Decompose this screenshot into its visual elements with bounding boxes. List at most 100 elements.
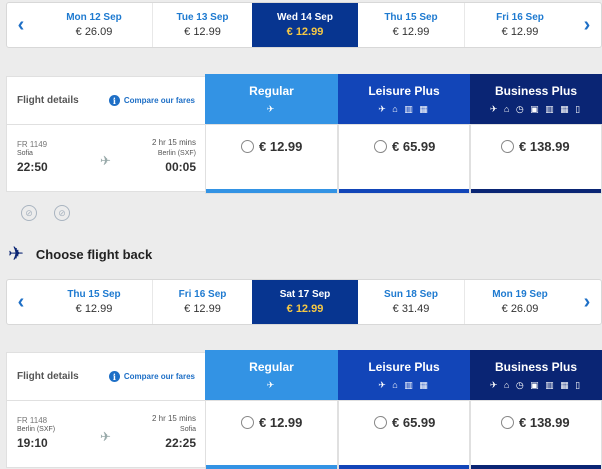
arrival-time: 22:25 bbox=[165, 436, 196, 450]
compare-fares-label: Compare our fares bbox=[123, 96, 195, 105]
no-seat-icon: ⊘ bbox=[54, 205, 70, 221]
flight-row: FR 1149 2 hr 15 mins Sofia Berlin (SXF) … bbox=[6, 124, 206, 192]
plane-icon: ✈ bbox=[100, 153, 111, 168]
date-option[interactable]: Thu 15 Sep € 12.99 bbox=[36, 280, 152, 324]
date-option-selected[interactable]: Wed 14 Sep € 12.99 bbox=[252, 3, 358, 47]
fare-header-regular: Regular ✈ bbox=[205, 350, 338, 400]
outbound-date-bar: ‹ Mon 12 Sep € 26.09 Tue 13 Sep € 12.99 … bbox=[6, 2, 602, 48]
flight-number: FR 1149 bbox=[17, 140, 48, 149]
date-price: € 12.99 bbox=[184, 26, 221, 38]
date-label: Tue 13 Sep bbox=[176, 12, 229, 23]
info-icon: i bbox=[108, 95, 120, 106]
origin-city: Sofia bbox=[17, 150, 33, 157]
date-label: Mon 12 Sep bbox=[66, 12, 122, 23]
fare-features-icon: ✈ ⌂ ◷ ▣ ▥ ▦ ▯ bbox=[489, 104, 583, 114]
date-label: Fri 16 Sep bbox=[496, 12, 544, 23]
date-price: € 31.49 bbox=[392, 303, 430, 315]
return-section-heading: ✈ Choose flight back bbox=[8, 243, 152, 266]
compare-fares-link[interactable]: i Compare our fares bbox=[108, 371, 195, 382]
fare-price: € 12.99 bbox=[259, 139, 303, 154]
fare-price: € 65.99 bbox=[392, 139, 436, 154]
flight-duration: 2 hr 15 mins bbox=[151, 138, 196, 147]
flight-details-label: Flight details bbox=[17, 95, 79, 106]
date-option[interactable]: Thu 15 Sep € 12.99 bbox=[358, 3, 464, 47]
fare-features-icon: ✈ bbox=[266, 380, 277, 390]
date-price: € 26.09 bbox=[75, 26, 113, 38]
fare-radio[interactable] bbox=[501, 140, 514, 153]
date-label: Thu 15 Sep bbox=[384, 12, 438, 23]
fare-radio[interactable] bbox=[374, 416, 387, 429]
departure-time: 19:10 bbox=[17, 436, 48, 450]
fare-name: Leisure Plus bbox=[368, 360, 440, 374]
flight-details-label: Flight details bbox=[17, 371, 79, 382]
destination-city: Sofia bbox=[180, 426, 196, 433]
date-option[interactable]: Mon 12 Sep € 26.09 bbox=[36, 3, 152, 47]
plane-icon: ✈ bbox=[8, 244, 24, 265]
compare-fares-link[interactable]: i Compare our fares bbox=[108, 95, 195, 106]
date-label: Fri 16 Sep bbox=[178, 289, 227, 300]
fare-radio[interactable] bbox=[501, 416, 514, 429]
date-price: € 12.99 bbox=[184, 303, 221, 315]
arrival-time: 00:05 bbox=[165, 160, 196, 174]
flight-row: FR 1148 2 hr 15 mins Berlin (SXF) Sofia … bbox=[6, 400, 206, 468]
fare-features-icon: ✈ ⌂ ◷ ▣ ▥ ▦ ▯ bbox=[489, 380, 583, 390]
date-option-selected[interactable]: Sat 17 Sep € 12.99 bbox=[252, 280, 358, 324]
fare-features-icon: ✈ bbox=[266, 104, 277, 114]
fare-header-business-plus: Business Plus ✈ ⌂ ◷ ▣ ▥ ▦ ▯ bbox=[470, 74, 602, 124]
date-label: Sun 18 Sep bbox=[384, 289, 438, 300]
prev-dates-arrow-icon[interactable]: ‹ bbox=[7, 3, 35, 47]
flight-details-header: Flight details i Compare our fares bbox=[6, 352, 206, 400]
fare-header-leisure-plus: Leisure Plus ✈ ⌂ ▥ ▦ bbox=[338, 74, 470, 124]
fare-radio[interactable] bbox=[241, 140, 254, 153]
date-label: Sat 17 Sep bbox=[279, 289, 331, 300]
fare-radio[interactable] bbox=[241, 416, 254, 429]
fare-option-regular[interactable]: € 12.99 bbox=[205, 400, 338, 469]
next-dates-arrow-icon[interactable]: › bbox=[573, 280, 601, 324]
fare-price: € 138.99 bbox=[519, 415, 570, 430]
destination-city: Berlin (SXF) bbox=[157, 150, 196, 157]
info-icon: i bbox=[108, 371, 120, 382]
fare-features-icon: ✈ ⌂ ▥ ▦ bbox=[378, 380, 430, 390]
fare-price: € 138.99 bbox=[519, 139, 570, 154]
date-price: € 12.99 bbox=[501, 26, 539, 38]
date-option[interactable]: Tue 13 Sep € 12.99 bbox=[152, 3, 252, 47]
origin-city: Berlin (SXF) bbox=[17, 426, 56, 433]
fare-option-business-plus[interactable]: € 138.99 bbox=[470, 400, 602, 469]
date-option[interactable]: Mon 19 Sep € 26.09 bbox=[464, 280, 575, 324]
date-price: € 12.99 bbox=[75, 303, 113, 315]
compare-fares-label: Compare our fares bbox=[123, 372, 195, 381]
fare-radio[interactable] bbox=[374, 140, 387, 153]
fare-name: Business Plus bbox=[494, 84, 578, 98]
fare-header-leisure-plus: Leisure Plus ✈ ⌂ ▥ ▦ bbox=[338, 350, 470, 400]
date-price: € 26.09 bbox=[501, 303, 539, 315]
flight-details-header: Flight details i Compare our fares bbox=[6, 76, 206, 124]
fare-option-leisure-plus[interactable]: € 65.99 bbox=[338, 124, 470, 194]
fare-price: € 12.99 bbox=[259, 415, 303, 430]
fare-name: Regular bbox=[249, 360, 294, 374]
fare-option-regular[interactable]: € 12.99 bbox=[205, 124, 338, 194]
prev-dates-arrow-icon[interactable]: ‹ bbox=[7, 280, 35, 324]
date-price: € 12.99 bbox=[286, 303, 324, 315]
no-checked-bag-icon: ⊘ bbox=[21, 205, 37, 221]
fare-header-business-plus: Business Plus ✈ ⌂ ◷ ▣ ▥ ▦ ▯ bbox=[470, 350, 602, 400]
date-option[interactable]: Fri 16 Sep € 12.99 bbox=[464, 3, 575, 47]
fare-option-leisure-plus[interactable]: € 65.99 bbox=[338, 400, 470, 469]
fare-name: Leisure Plus bbox=[368, 84, 440, 98]
departure-time: 22:50 bbox=[17, 160, 48, 174]
date-label: Wed 14 Sep bbox=[277, 12, 333, 23]
date-price: € 12.99 bbox=[286, 26, 324, 38]
date-option[interactable]: Sun 18 Sep € 31.49 bbox=[358, 280, 464, 324]
next-dates-arrow-icon[interactable]: › bbox=[573, 3, 601, 47]
flight-number: FR 1148 bbox=[17, 416, 48, 425]
plane-icon: ✈ bbox=[100, 429, 111, 444]
date-option[interactable]: Fri 16 Sep € 12.99 bbox=[152, 280, 252, 324]
fare-price: € 65.99 bbox=[392, 415, 436, 430]
fare-option-business-plus[interactable]: € 138.99 bbox=[470, 124, 602, 194]
fare-name: Business Plus bbox=[494, 360, 578, 374]
fare-features-icon: ✈ ⌂ ▥ ▦ bbox=[378, 104, 430, 114]
date-label: Mon 19 Sep bbox=[492, 289, 548, 300]
date-price: € 12.99 bbox=[392, 26, 430, 38]
fare-header-regular: Regular ✈ bbox=[205, 74, 338, 124]
flight-duration: 2 hr 15 mins bbox=[151, 414, 196, 423]
fare-name: Regular bbox=[249, 84, 294, 98]
